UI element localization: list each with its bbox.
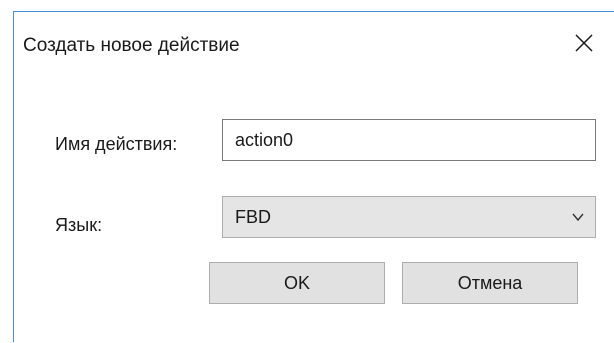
cancel-button-label: Отмена (457, 272, 523, 293)
action-name-label: Имя действия: (55, 134, 178, 154)
cancel-button[interactable]: Отмена (402, 262, 578, 304)
create-action-dialog: Создать новое действие Имя действия: Язы… (13, 11, 614, 343)
close-icon (574, 33, 594, 53)
action-name-input[interactable] (222, 119, 596, 161)
language-label: Язык: (55, 215, 103, 235)
chevron-down-icon (571, 210, 585, 229)
ok-button[interactable]: OK (209, 262, 385, 304)
language-selected-value: FBD (235, 207, 271, 227)
title-bar[interactable]: Создать новое действие (14, 12, 614, 76)
dialog-content: Имя действия: Язык: FBD OK Отмена (14, 76, 614, 343)
language-select[interactable]: FBD (222, 196, 596, 238)
close-button[interactable] (554, 12, 614, 74)
ok-button-label: OK (283, 272, 310, 293)
dialog-title: Создать новое действие (23, 35, 240, 56)
